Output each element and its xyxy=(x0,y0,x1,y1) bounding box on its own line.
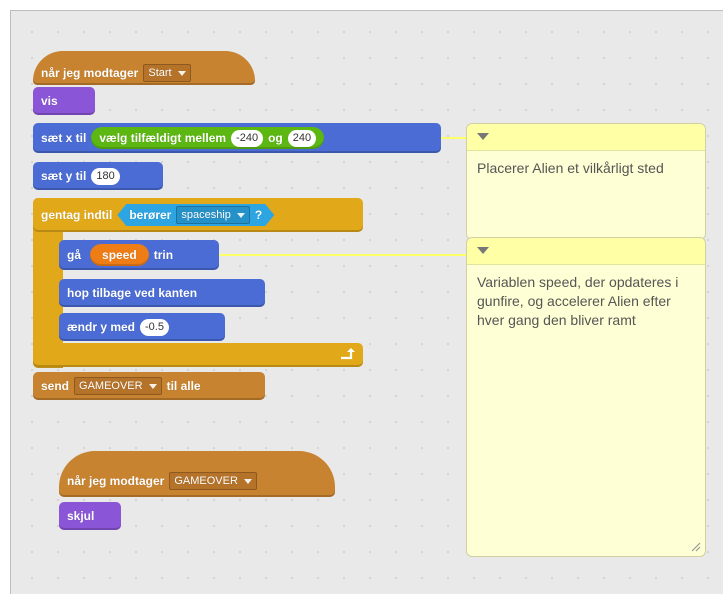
collapse-arrow-icon[interactable] xyxy=(477,133,489,140)
set-y-label: sæt y til xyxy=(41,169,87,183)
comment-connector xyxy=(441,137,467,139)
hide-block[interactable]: skjul xyxy=(59,502,121,530)
comment-note[interactable]: Placerer Alien et vilkårligt sted xyxy=(466,123,706,240)
comment-connector xyxy=(219,254,467,256)
touching-question-mark: ? xyxy=(254,208,263,222)
set-y-block[interactable]: sæt y til 180 xyxy=(33,162,163,190)
random-and-label: og xyxy=(268,131,283,145)
message-value: GAMEOVER xyxy=(174,475,238,487)
change-y-label: ændr y med xyxy=(67,320,136,334)
hat-label: når jeg modtager xyxy=(41,66,139,80)
touching-dropdown[interactable]: spaceship xyxy=(176,206,250,224)
collapse-arrow-icon[interactable] xyxy=(477,247,489,254)
hide-label: skjul xyxy=(67,509,95,523)
chevron-down-icon xyxy=(148,383,157,389)
hat-label: når jeg modtager xyxy=(67,474,165,488)
broadcast-label: send xyxy=(41,379,70,393)
touching-predicate[interactable]: berører spaceship ? xyxy=(117,204,274,226)
pick-random-label: vælg tilfældigt mellem xyxy=(99,131,227,145)
random-from-input[interactable]: -240 xyxy=(231,129,264,147)
comment-header[interactable] xyxy=(467,238,705,265)
message-dropdown[interactable]: Start xyxy=(143,64,191,82)
chevron-down-icon xyxy=(177,70,186,76)
comment-note[interactable]: Variablen speed, der opdateres i gunfire… xyxy=(466,237,706,557)
repeat-until-bottom xyxy=(33,343,363,367)
change-y-input[interactable]: -0.5 xyxy=(140,318,169,336)
speed-variable[interactable]: speed xyxy=(90,244,149,266)
resize-handle-icon[interactable] xyxy=(689,540,701,552)
set-x-label: sæt x til xyxy=(41,131,87,145)
show-block[interactable]: vis xyxy=(33,87,95,115)
move-label: gå xyxy=(67,248,82,262)
move-steps-block[interactable]: gå speed trin xyxy=(59,240,219,270)
repeat-until-label: gentag indtil xyxy=(41,208,113,222)
broadcast-to-label: til alle xyxy=(166,379,201,393)
message-dropdown[interactable]: GAMEOVER xyxy=(169,472,257,490)
change-y-block[interactable]: ændr y med -0.5 xyxy=(59,313,225,341)
broadcast-message: GAMEOVER xyxy=(79,380,143,392)
bounce-label: hop tilbage ved kanten xyxy=(67,286,198,300)
comment-header[interactable] xyxy=(467,124,705,151)
set-x-block[interactable]: sæt x til vælg tilfældigt mellem -240 og… xyxy=(33,123,441,153)
loop-arrow-icon xyxy=(341,348,355,360)
touching-target: spaceship xyxy=(181,209,231,221)
broadcast-block[interactable]: send GAMEOVER til alle xyxy=(33,372,265,400)
random-to-input[interactable]: 240 xyxy=(287,129,317,147)
repeat-until-block[interactable]: gentag indtil berører spaceship ? xyxy=(33,198,363,232)
bounce-block[interactable]: hop tilbage ved kanten xyxy=(59,279,265,307)
touching-label: berører xyxy=(129,208,172,222)
show-label: vis xyxy=(41,94,58,108)
chevron-down-icon xyxy=(237,213,245,218)
steps-label: trin xyxy=(153,248,174,262)
when-i-receive-gameover-hat[interactable]: når jeg modtager GAMEOVER xyxy=(59,451,335,497)
when-i-receive-start-hat[interactable]: når jeg modtager Start xyxy=(33,51,255,85)
script-area[interactable]: når jeg modtager Start vis sæt x til væl… xyxy=(10,10,723,594)
comment-text[interactable]: Placerer Alien et vilkårligt sted xyxy=(467,151,705,186)
chevron-down-icon xyxy=(243,478,252,484)
message-value: Start xyxy=(148,67,172,79)
broadcast-dropdown[interactable]: GAMEOVER xyxy=(74,377,162,395)
pick-random-reporter[interactable]: vælg tilfældigt mellem -240 og 240 xyxy=(91,127,325,149)
set-y-input[interactable]: 180 xyxy=(91,167,120,185)
comment-text[interactable]: Variablen speed, der opdateres i gunfire… xyxy=(467,265,705,338)
